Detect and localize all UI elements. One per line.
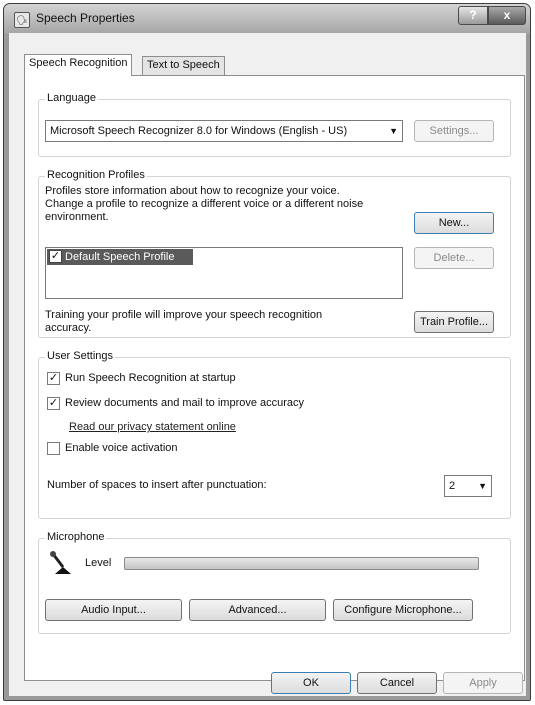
speech-recognition-panel: Language Microsoft Speech Recognizer 8.0… — [24, 75, 525, 681]
spaces-select-value: 2 — [449, 480, 456, 492]
speech-app-icon: 🗣 — [14, 12, 30, 28]
microphone-level-meter — [124, 557, 479, 570]
microphone-level-label: Level — [85, 557, 112, 569]
privacy-statement-link[interactable]: Read our privacy statement online — [69, 421, 236, 433]
dialog-client-area: Speech Recognition Text to Speech Langua… — [9, 33, 526, 696]
profile-list[interactable]: ✓ Default Speech Profile — [45, 247, 403, 299]
language-legend: Language — [45, 92, 98, 104]
review-documents-checkbox[interactable]: ✓ — [47, 397, 60, 410]
new-profile-button[interactable]: New... — [414, 212, 494, 234]
cancel-button[interactable]: Cancel — [357, 672, 437, 694]
voice-activation-label[interactable]: Enable voice activation — [65, 442, 178, 455]
window-title: Speech Properties — [36, 11, 135, 25]
voice-activation-checkbox[interactable] — [47, 442, 60, 455]
apply-button[interactable]: Apply — [443, 672, 523, 694]
spaces-after-punctuation-select[interactable]: 2 ▼ — [444, 475, 492, 497]
language-select[interactable]: Microsoft Speech Recognizer 8.0 for Wind… — [45, 120, 403, 142]
microphone-legend: Microphone — [45, 531, 107, 543]
training-text-line1: Training your profile will improve your … — [45, 309, 323, 321]
list-item-default-speech-profile[interactable]: ✓ Default Speech Profile — [47, 249, 193, 265]
user-settings-group: User Settings ✓ Run Speech Recognition a… — [38, 350, 511, 519]
profiles-legend: Recognition Profiles — [45, 169, 147, 181]
title-bar[interactable]: 🗣 Speech Properties ? x — [4, 4, 530, 34]
review-documents-label[interactable]: Review documents and mail to improve acc… — [65, 397, 304, 410]
profiles-description-line2: Change a profile to recognize a differen… — [45, 198, 364, 210]
language-select-value: Microsoft Speech Recognizer 8.0 for Wind… — [50, 125, 348, 137]
audio-input-button[interactable]: Audio Input... — [45, 599, 182, 621]
advanced-button[interactable]: Advanced... — [189, 599, 326, 621]
spaces-after-punctuation-label: Number of spaces to insert after punctua… — [47, 479, 267, 491]
help-button[interactable]: ? — [458, 6, 488, 25]
tab-speech-recognition[interactable]: Speech Recognition — [24, 54, 133, 76]
profile-checkbox[interactable]: ✓ — [49, 250, 62, 263]
chevron-down-icon: ▼ — [389, 126, 398, 136]
delete-profile-button[interactable]: Delete... — [414, 247, 494, 269]
ok-button[interactable]: OK — [271, 672, 351, 694]
run-at-startup-label[interactable]: Run Speech Recognition at startup — [65, 372, 236, 385]
chevron-down-icon: ▼ — [478, 481, 487, 491]
profile-label: Default Speech Profile — [65, 251, 175, 263]
microphone-icon — [49, 550, 75, 576]
training-text-line2: accuracy. — [45, 322, 92, 334]
run-at-startup-checkbox[interactable]: ✓ — [47, 372, 60, 385]
tab-text-to-speech[interactable]: Text to Speech — [142, 56, 225, 75]
train-profile-button[interactable]: Train Profile... — [414, 311, 494, 333]
profiles-description-line3: environment. — [45, 211, 109, 223]
microphone-group: Microphone Level Audio Input... Advanced… — [38, 531, 511, 634]
close-button[interactable]: x — [488, 6, 526, 25]
profiles-description-line1: Profiles store information about how to … — [45, 185, 340, 197]
recognition-profiles-group: Recognition Profiles Profiles store info… — [38, 169, 511, 338]
language-group: Language Microsoft Speech Recognizer 8.0… — [38, 92, 511, 157]
speech-properties-window: 🗣 Speech Properties ? x Speech Recogniti… — [3, 3, 531, 701]
user-settings-legend: User Settings — [45, 350, 116, 362]
settings-button[interactable]: Settings... — [414, 120, 494, 142]
configure-microphone-button[interactable]: Configure Microphone... — [333, 599, 473, 621]
